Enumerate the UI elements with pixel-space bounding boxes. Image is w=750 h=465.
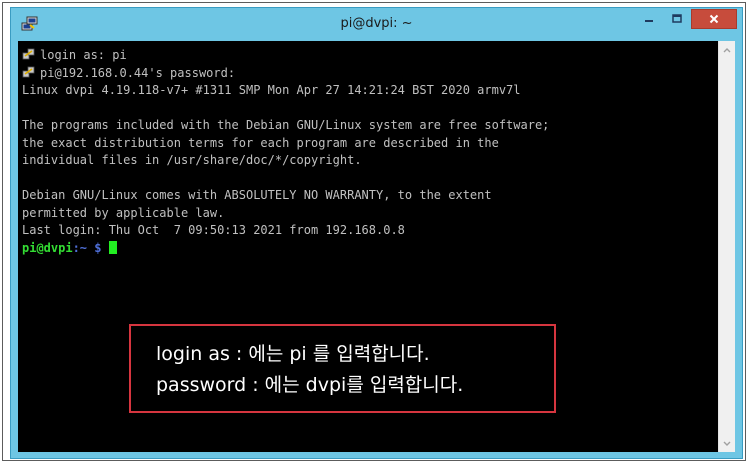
terminal-line: permitted by applicable law. (22, 205, 225, 220)
terminal-line: Linux dvpi 4.19.118-v7+ #1311 SMP Mon Ap… (22, 83, 521, 97)
putty-window: pi@dvpi: ~ login as: pi pi@192.168.0.44'… (10, 7, 743, 459)
chevron-down-icon (723, 441, 731, 446)
terminal-area[interactable]: login as: pi pi@192.168.0.44's password:… (18, 41, 735, 452)
minimize-button[interactable] (635, 9, 662, 29)
terminal-line: pi@192.168.0.44's password: (22, 65, 718, 83)
shell-prompt-line: pi@dvpi:~ $ (22, 240, 718, 258)
screenshot-frame: pi@dvpi: ~ login as: pi pi@192.168.0.44'… (2, 2, 746, 461)
minimize-icon (644, 20, 653, 22)
scroll-down-button[interactable] (719, 435, 735, 452)
instruction-callout: login as : 에는 pi 를 입력합니다. password : 에는 … (129, 324, 556, 413)
terminal-line-text: login as: pi (40, 48, 127, 62)
scroll-up-button[interactable] (719, 41, 735, 58)
terminal-line: The programs included with the Debian GN… (22, 118, 550, 132)
maximize-button[interactable] (663, 9, 690, 29)
window-title: pi@dvpi: ~ (340, 16, 413, 31)
title-bar[interactable]: pi@dvpi: ~ (11, 8, 742, 41)
terminal-cursor (108, 240, 117, 254)
terminal-line: individual files in /usr/share/doc/*/cop… (22, 153, 362, 167)
prompt-path: :~ $ (72, 240, 102, 255)
maximize-icon (671, 14, 682, 23)
close-icon (709, 14, 719, 24)
terminal-line: Debian GNU/Linux comes with ABSOLUTELY N… (22, 188, 492, 202)
instruction-login: login as : 에는 pi 를 입력합니다. (156, 343, 430, 365)
terminal-line: the exact distribution terms for each pr… (22, 135, 499, 150)
prompt-user: pi@dvpi (22, 240, 73, 255)
terminal-line: Last login: Thu Oct 7 09:50:13 2021 from… (22, 223, 405, 237)
close-button[interactable] (691, 9, 737, 29)
terminal-line: login as: pi (22, 47, 718, 65)
vertical-scrollbar[interactable] (718, 41, 735, 452)
key-icon (22, 66, 35, 77)
instruction-password: password : 에는 dvpi를 입력합니다. (156, 374, 464, 396)
key-icon (22, 48, 35, 60)
terminal-line-text: pi@192.168.0.44's password: (40, 65, 236, 80)
chevron-up-icon (723, 47, 731, 52)
